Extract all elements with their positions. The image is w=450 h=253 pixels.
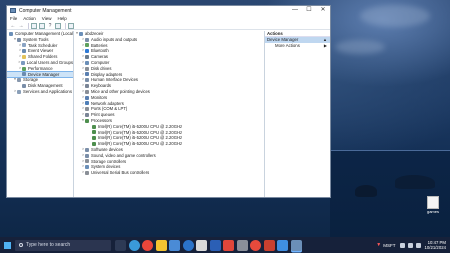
device-icon bbox=[85, 147, 89, 152]
sea bbox=[330, 150, 450, 237]
device-icon bbox=[92, 142, 96, 147]
word-icon[interactable] bbox=[209, 239, 221, 251]
search-icon bbox=[19, 243, 23, 247]
device-icon bbox=[85, 66, 89, 71]
device-icon bbox=[17, 37, 21, 42]
device-icon bbox=[92, 124, 96, 129]
help-icon[interactable]: ? bbox=[47, 23, 53, 29]
properties-icon[interactable] bbox=[39, 22, 45, 29]
device-icon bbox=[22, 84, 26, 89]
device-icon bbox=[85, 78, 89, 83]
youtube-icon[interactable] bbox=[263, 239, 275, 251]
device-icon bbox=[85, 43, 89, 48]
device-icon bbox=[85, 113, 89, 118]
computer-management-icon bbox=[10, 8, 16, 13]
edge-icon[interactable] bbox=[128, 239, 140, 251]
computer-management-window: Computer Management — ☐ ✕ File Action Vi… bbox=[6, 5, 331, 198]
device-icon bbox=[85, 153, 89, 158]
device-icon bbox=[85, 72, 89, 77]
device-icon bbox=[85, 55, 89, 60]
device-icon bbox=[92, 130, 96, 135]
desktop-file-label: games bbox=[426, 209, 439, 214]
device-icon bbox=[85, 165, 89, 170]
device-category-label: Universal Serial Bus controllers bbox=[91, 170, 150, 176]
device-icon bbox=[79, 31, 83, 36]
console-tree-item-label: Services and Applications bbox=[23, 88, 72, 94]
device-icon bbox=[22, 55, 26, 60]
close-button[interactable]: ✕ bbox=[316, 6, 330, 15]
device-icon bbox=[85, 118, 89, 123]
device-icon bbox=[85, 89, 89, 94]
clock[interactable]: 10:47 PM 10/21/2024 bbox=[424, 240, 446, 251]
maximize-button[interactable]: ☐ bbox=[302, 6, 316, 15]
device-category[interactable]: > Universal Serial Bus controllers bbox=[74, 170, 264, 176]
device-icon bbox=[92, 136, 96, 141]
photos-icon[interactable] bbox=[277, 239, 288, 251]
network-icon[interactable] bbox=[408, 242, 414, 248]
stock-widget[interactable]: ▼ MSFT bbox=[376, 242, 395, 248]
device-icon bbox=[17, 89, 21, 94]
file-explorer-icon[interactable] bbox=[155, 239, 167, 251]
show-hide-tree-icon[interactable] bbox=[31, 22, 37, 29]
start-button[interactable] bbox=[0, 237, 14, 253]
action-pane-icon[interactable] bbox=[55, 22, 61, 29]
window-title: Computer Management bbox=[19, 7, 72, 14]
app-icon[interactable] bbox=[196, 239, 207, 251]
title-bar[interactable]: Computer Management — ☐ ✕ bbox=[7, 6, 330, 15]
opera-icon[interactable] bbox=[250, 239, 261, 251]
device-icon bbox=[22, 43, 26, 48]
forward-icon[interactable]: → bbox=[18, 23, 24, 29]
actions-more-actions[interactable]: More Actions ▶ bbox=[265, 43, 330, 49]
media-icon[interactable] bbox=[223, 239, 234, 251]
store-icon[interactable] bbox=[169, 239, 180, 251]
device-icon bbox=[20, 60, 25, 65]
menu-action[interactable]: Action bbox=[23, 16, 36, 21]
device-icon bbox=[85, 95, 89, 100]
mail-icon[interactable] bbox=[182, 239, 194, 251]
device-icon bbox=[85, 49, 89, 54]
windows-logo-icon bbox=[3, 241, 11, 249]
device-icon bbox=[85, 107, 89, 112]
file-icon bbox=[427, 196, 439, 209]
device-tree: ▾ abdzeoeir > Audio inputs and outputs > Batt… bbox=[74, 31, 265, 197]
volume-icon[interactable] bbox=[416, 242, 422, 248]
content-panes: Computer Management (Local ▾ System Tools >… bbox=[7, 31, 330, 197]
toolbar: ← → ? bbox=[7, 22, 330, 30]
taskbar: Type here to search ▼ MSFT 10:47 PM 10/2… bbox=[0, 237, 450, 253]
minimize-button[interactable]: — bbox=[288, 6, 302, 15]
menu-bar: File Action View Help bbox=[7, 15, 330, 22]
desktop-file-icon[interactable]: games bbox=[422, 196, 444, 214]
console-tree-item[interactable]: > Services and Applications bbox=[7, 89, 73, 95]
back-icon[interactable]: ← bbox=[10, 23, 16, 29]
device-icon bbox=[22, 66, 26, 71]
system-tray: ▼ MSFT 10:47 PM 10/21/2024 bbox=[376, 240, 450, 251]
device-icon bbox=[85, 84, 89, 89]
submenu-arrow-icon: ▶ bbox=[323, 43, 327, 48]
search-placeholder: Type here to search bbox=[26, 242, 71, 248]
device-icon bbox=[85, 37, 89, 42]
device-icon bbox=[85, 101, 89, 106]
device-icon bbox=[85, 159, 89, 164]
task-view-icon[interactable] bbox=[115, 239, 126, 251]
computer-icon[interactable] bbox=[68, 22, 74, 29]
computer-management-taskbar-icon[interactable] bbox=[290, 239, 302, 251]
actions-pane: Actions Device Manager ▲ More Actions ▶ bbox=[265, 31, 330, 197]
device-icon bbox=[22, 49, 26, 54]
settings-icon[interactable] bbox=[236, 239, 248, 251]
device-icon bbox=[85, 60, 89, 65]
menu-view[interactable]: View bbox=[42, 16, 52, 21]
device-icon bbox=[85, 171, 89, 176]
down-arrow-icon: ▼ bbox=[376, 242, 382, 248]
chrome-icon[interactable] bbox=[142, 239, 153, 251]
menu-file[interactable]: File bbox=[10, 16, 17, 21]
chevron-up-icon[interactable] bbox=[400, 242, 406, 248]
taskbar-search[interactable]: Type here to search bbox=[15, 239, 111, 251]
taskbar-apps bbox=[115, 239, 304, 251]
console-tree: Computer Management (Local ▾ System Tools >… bbox=[7, 31, 74, 197]
device-icon bbox=[22, 72, 26, 77]
device-icon bbox=[8, 31, 13, 36]
device-icon bbox=[17, 78, 21, 83]
menu-help[interactable]: Help bbox=[57, 16, 66, 21]
